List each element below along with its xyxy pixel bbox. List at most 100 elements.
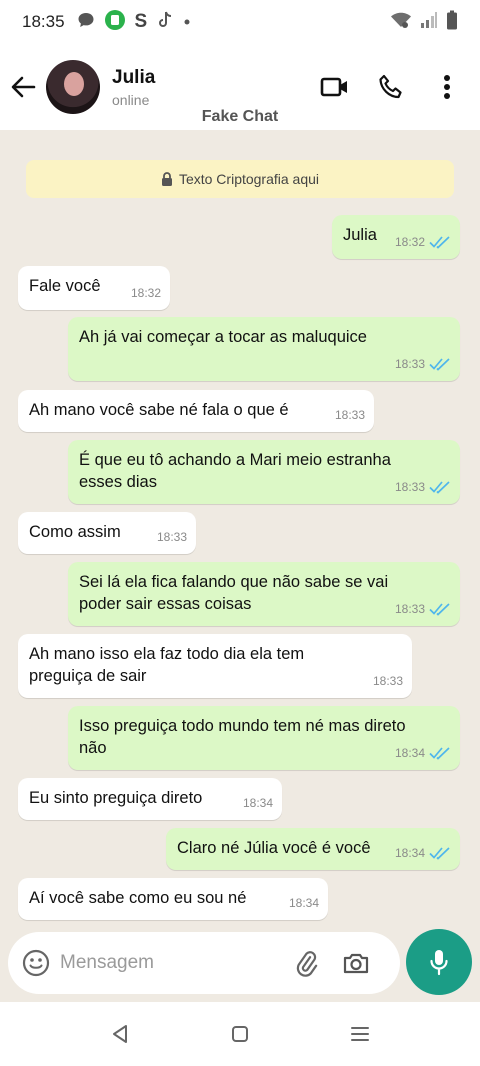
nav-home-button[interactable]: [228, 1022, 252, 1046]
status-time: 18:35: [22, 12, 65, 31]
message-line: Isso preguiça todo mundo tem né mas dire…: [79, 717, 406, 735]
message-meta: 18:34: [243, 792, 273, 814]
message-meta: 18:33: [395, 598, 451, 620]
system-navigation-bar: [0, 1002, 480, 1066]
back-button[interactable]: [0, 64, 46, 110]
message-meta: 18:33: [395, 476, 451, 498]
message-outgoing[interactable]: É que eu tô achando a Mari meio estranha…: [68, 440, 460, 504]
avatar[interactable]: [46, 60, 100, 114]
message-line: não: [79, 739, 107, 757]
contact-info[interactable]: Julia online: [112, 67, 155, 108]
message-incoming[interactable]: Como assim 18:33: [18, 512, 196, 554]
double-check-icon: [429, 236, 450, 249]
phone-icon: [379, 74, 402, 99]
message-incoming[interactable]: Eu sinto preguiça direto 18:34: [18, 778, 282, 820]
message-text: Eu sinto preguiça direto: [29, 789, 203, 807]
message-meta: 18:34: [395, 742, 451, 764]
notification-icons: S: [77, 9, 192, 36]
message-text: Sei lá ela fica falando que não sabe se …: [79, 571, 388, 615]
contact-status: online: [112, 91, 150, 108]
message-incoming[interactable]: Aí você sabe como eu sou né 18:34: [18, 878, 328, 920]
app-icon: [104, 9, 126, 36]
nav-back-button[interactable]: [108, 1022, 132, 1046]
arrow-left-icon: [11, 76, 36, 98]
message-incoming[interactable]: Fale você 18:32: [18, 266, 170, 310]
message-time: 18:33: [394, 602, 425, 616]
message-incoming[interactable]: Ah mano isso ela faz todo dia ela tem pr…: [18, 634, 412, 698]
message-outgoing[interactable]: Sei lá ela fica falando que não sabe se …: [68, 562, 460, 626]
more-options-button[interactable]: [428, 68, 466, 106]
message-text: Claro né Júlia você é você: [177, 839, 371, 857]
double-check-icon: [429, 481, 450, 494]
camera-button[interactable]: [340, 947, 372, 979]
message-meta: 18:32: [395, 231, 451, 253]
header-actions: [316, 68, 466, 106]
s-icon: S: [134, 11, 148, 32]
message-time: 18:32: [394, 235, 425, 249]
lock-icon: [161, 172, 172, 186]
attach-button[interactable]: [290, 947, 322, 979]
triangle-back-icon: [113, 1025, 127, 1043]
paperclip-icon: [296, 951, 318, 977]
message-text: Aí você sabe como eu sou né: [29, 889, 247, 907]
message-outgoing[interactable]: Claro né Júlia você é você 18:34: [166, 828, 460, 870]
system-icons: [390, 10, 458, 35]
message-time: 18:32: [130, 286, 161, 300]
message-text: É que eu tô achando a Mari meio estranha…: [79, 449, 391, 493]
contact-name: Julia: [112, 66, 156, 88]
message-time: 18:33: [156, 530, 187, 544]
double-check-icon: [429, 358, 450, 371]
message-line: esses dias: [79, 473, 157, 491]
voice-message-button[interactable]: [406, 929, 472, 995]
status-bar: 18:35 S: [0, 0, 480, 44]
voice-call-button[interactable]: [372, 68, 410, 106]
message-icon: [77, 11, 95, 34]
message-line: Sei lá ela fica falando que não sabe se …: [79, 573, 389, 591]
message-time: 18:34: [394, 746, 425, 760]
message-meta: 18:32: [131, 282, 161, 304]
message-text: Fale você: [29, 277, 101, 295]
message-outgoing[interactable]: Isso preguiça todo mundo tem né mas dire…: [68, 706, 460, 770]
message-text: Ah mano isso ela faz todo dia ela tem pr…: [29, 643, 304, 687]
menu-lines-icon: [351, 1027, 369, 1041]
message-meta: 18:33: [157, 526, 187, 548]
tiktok-icon: [156, 10, 174, 35]
message-incoming[interactable]: Ah mano você sabe né fala o que é 18:33: [18, 390, 374, 432]
dot-icon: [183, 13, 191, 31]
encryption-notice[interactable]: Texto Criptografia aqui: [26, 160, 454, 198]
message-text: Ah mano você sabe né fala o que é: [29, 401, 289, 419]
message-time: 18:33: [372, 674, 403, 688]
video-camera-icon: [320, 77, 347, 97]
message-text: Isso preguiça todo mundo tem né mas dire…: [79, 715, 406, 759]
emoji-icon[interactable]: [22, 949, 50, 977]
message-outgoing[interactable]: Ah já vai começar a tocar as maluquice 1…: [68, 317, 460, 381]
more-vertical-icon: [444, 75, 450, 99]
wifi-icon: [390, 11, 412, 34]
message-time: 18:33: [394, 357, 425, 371]
encryption-notice-text: Texto Criptografia aqui: [178, 171, 320, 187]
message-line: preguiça de sair: [29, 667, 147, 685]
chat-subtitle: Fake Chat: [201, 108, 279, 125]
message-time: 18:34: [394, 846, 425, 860]
message-line: poder sair essas coisas: [79, 595, 252, 613]
message-time: 18:33: [394, 480, 425, 494]
message-composer: [8, 932, 400, 994]
message-time: 18:34: [242, 796, 273, 810]
double-check-icon: [429, 603, 450, 616]
message-meta: 18:34: [395, 842, 451, 864]
signal-icon: [420, 11, 438, 34]
camera-icon: [343, 953, 369, 974]
video-call-button[interactable]: [316, 68, 354, 106]
nav-recents-button[interactable]: [348, 1022, 372, 1046]
message-text: Julia: [343, 226, 377, 244]
message-meta: 18:33: [395, 353, 451, 375]
message-outgoing[interactable]: Julia 18:32: [332, 215, 460, 259]
message-line: Ah mano isso ela faz todo dia ela tem: [29, 645, 305, 663]
microphone-icon: [430, 950, 448, 976]
message-text: Como assim: [29, 523, 121, 541]
message-meta: 18:33: [373, 670, 403, 692]
message-line: É que eu tô achando a Mari meio estranha: [79, 451, 391, 469]
message-meta: 18:34: [289, 892, 319, 914]
message-input[interactable]: [60, 952, 280, 974]
double-check-icon: [429, 847, 450, 860]
